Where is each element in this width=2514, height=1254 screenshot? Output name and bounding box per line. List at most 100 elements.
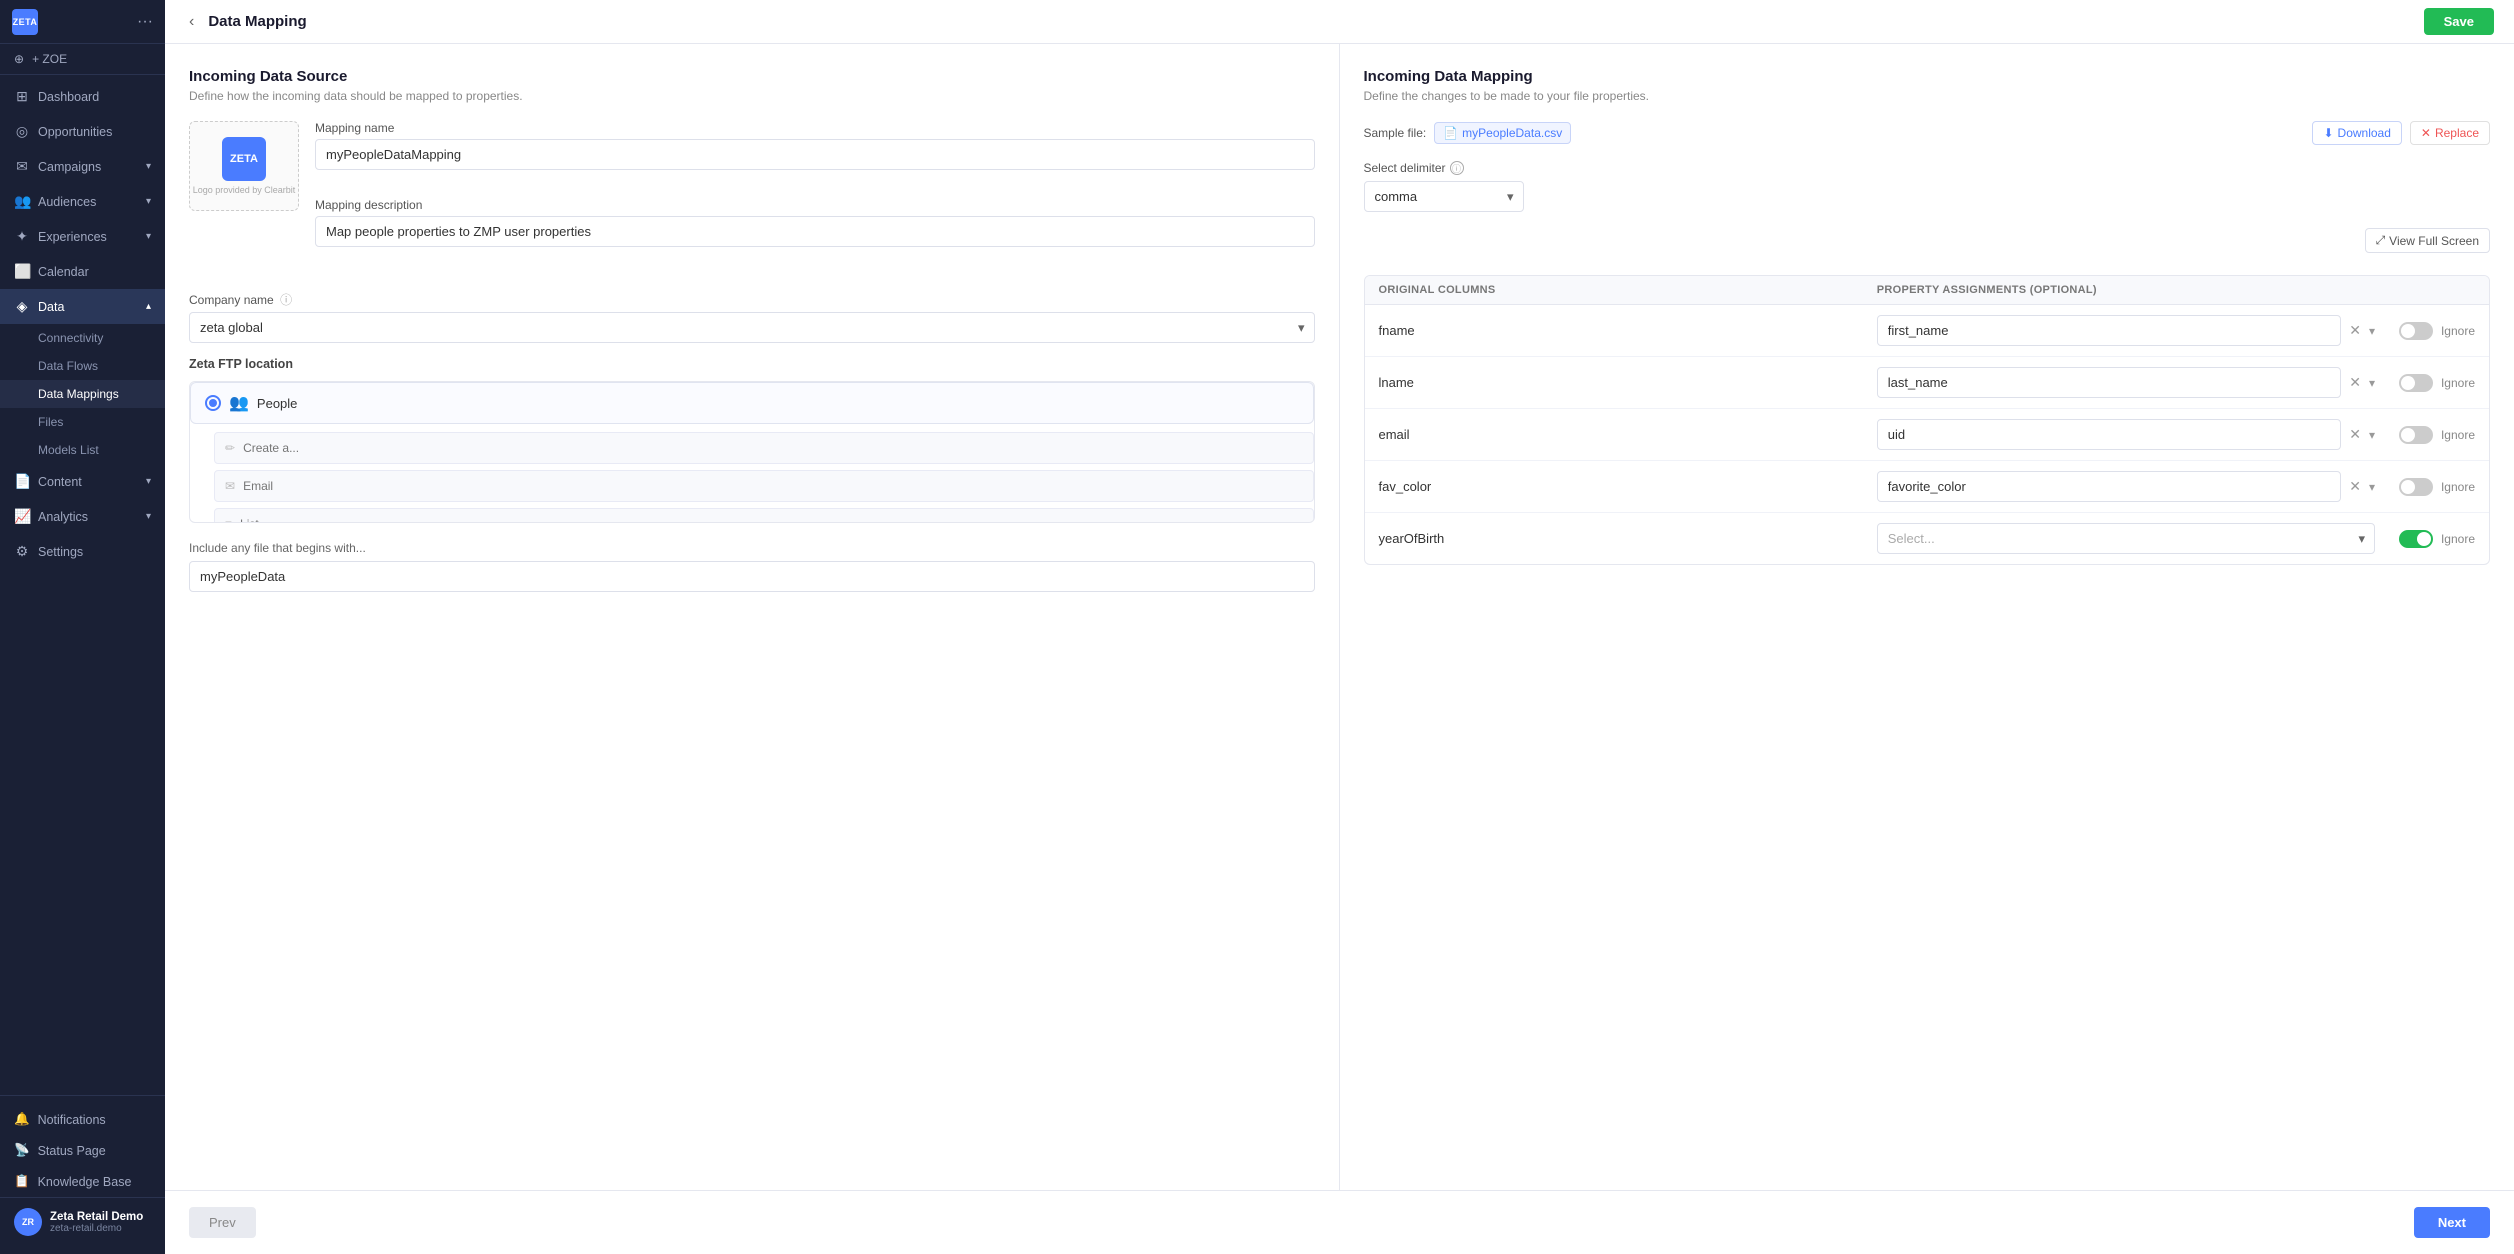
prop-assign-fav-color: favorite_color ✕ ▾	[1877, 471, 2375, 502]
sidebar-subitem-files[interactable]: Files	[0, 408, 165, 436]
mapping-desc-input[interactable]	[315, 216, 1315, 247]
sample-file-row: Sample file: 📄 myPeopleData.csv ⬇ Downlo…	[1364, 121, 2491, 145]
sidebar-item-label: Calendar	[38, 265, 89, 279]
list-icon: ≡	[225, 517, 232, 522]
sidebar-item-calendar[interactable]: ⬜ Calendar	[0, 254, 165, 289]
ignore-label: Ignore	[2441, 480, 2475, 494]
sidebar-item-opportunities[interactable]: ◎ Opportunities	[0, 114, 165, 149]
chevron-down-icon: ▾	[146, 511, 151, 522]
info-icon: ⓘ	[280, 293, 292, 307]
table-row: email uid ✕ ▾ Ignore	[1365, 409, 2490, 461]
next-button[interactable]: Next	[2414, 1207, 2490, 1238]
ignore-toggle-year[interactable]	[2399, 530, 2433, 548]
sidebar-item-label: Opportunities	[38, 125, 112, 139]
ftp-item-people[interactable]: 👥 People	[190, 382, 1314, 424]
logo-upload-area[interactable]: ZETA Logo provided by Clearbit	[189, 121, 299, 211]
prop-select-year[interactable]: Select...	[1877, 523, 2375, 554]
download-icon: ⬇	[2323, 126, 2333, 140]
sidebar-nav: ⊞ Dashboard ◎ Opportunities ✉ Campaigns …	[0, 75, 165, 1095]
ignore-toggle-lname[interactable]	[2399, 374, 2433, 392]
calendar-icon: ⬜	[14, 263, 30, 280]
ignore-toggle-email[interactable]	[2399, 426, 2433, 444]
sidebar-subitem-data-mappings[interactable]: Data Mappings	[0, 380, 165, 408]
sidebar-item-knowledge-base[interactable]: 📋 Knowledge Base	[0, 1166, 165, 1197]
create-icon: ✏	[225, 441, 235, 455]
save-button[interactable]: Save	[2424, 8, 2494, 35]
delimiter-info-icon[interactable]: ⓘ	[1450, 161, 1464, 175]
mapping-name-label: Mapping name	[315, 121, 1315, 135]
clear-icon[interactable]: ✕	[2345, 424, 2365, 445]
user-profile[interactable]: ZR Zeta Retail Demo zeta-retail.demo	[0, 1197, 165, 1246]
mapping-table-header: Original Columns Property Assignments (o…	[1365, 276, 2490, 305]
include-input[interactable]	[189, 561, 1315, 592]
sidebar-item-campaigns[interactable]: ✉ Campaigns ▾	[0, 149, 165, 184]
analytics-icon: 📈	[14, 508, 30, 525]
ignore-toggle-fname[interactable]	[2399, 322, 2433, 340]
delimiter-select[interactable]: comma tab semicolon pipe	[1364, 181, 1524, 212]
logo-icon: ZETA	[12, 9, 38, 35]
content-area: Incoming Data Source Define how the inco…	[165, 44, 2514, 1190]
clear-icon[interactable]: ✕	[2345, 372, 2365, 393]
right-section-desc: Define the changes to be made to your fi…	[1364, 89, 2491, 103]
chevron-down-icon: ▾	[146, 476, 151, 487]
ignore-label: Ignore	[2441, 532, 2475, 546]
audiences-icon: 👥	[14, 193, 30, 210]
sidebar-subitem-models-list[interactable]: Models List	[0, 436, 165, 464]
prop-select-fav-color[interactable]: favorite_color	[1877, 471, 2341, 502]
prop-select-email[interactable]: uid	[1877, 419, 2341, 450]
mapping-name-input[interactable]	[315, 139, 1315, 170]
prop-select-wrapper: uid	[1877, 419, 2341, 450]
prop-select-lname[interactable]: last_name	[1877, 367, 2341, 398]
clear-icon[interactable]: ✕	[2345, 476, 2365, 497]
list-input[interactable]	[240, 517, 1302, 522]
page-title: Data Mapping	[208, 13, 306, 30]
radio-dot-inner	[209, 399, 217, 407]
chevron-up-icon: ▴	[146, 301, 151, 312]
download-button[interactable]: ⬇ Download	[2312, 121, 2401, 145]
left-section-title: Incoming Data Source	[189, 68, 1315, 85]
ftp-sub-items: ✏ ✉ ≡	[190, 432, 1314, 522]
ftp-sub-item-create: ✏	[214, 432, 1314, 464]
sidebar-bottom: 🔔 Notifications 📡 Status Page 📋 Knowledg…	[0, 1095, 165, 1254]
sidebar-item-analytics[interactable]: 📈 Analytics ▾	[0, 499, 165, 534]
x-icon: ✕	[2421, 126, 2431, 140]
view-full-screen-button[interactable]: ⤢ View Full Screen	[2365, 228, 2490, 253]
file-chip: 📄 myPeopleData.csv	[1434, 122, 1571, 144]
sidebar-subitem-data-flows[interactable]: Data Flows	[0, 352, 165, 380]
ignore-toggle-fav-color[interactable]	[2399, 478, 2433, 496]
prop-assign-lname: last_name ✕ ▾	[1877, 367, 2375, 398]
zoe-button[interactable]: ⊕ + ZOE	[0, 44, 165, 75]
notifications-icon: 🔔	[14, 1112, 30, 1127]
replace-button[interactable]: ✕ Replace	[2410, 121, 2490, 145]
sidebar-item-notifications[interactable]: 🔔 Notifications	[0, 1104, 165, 1135]
avatar: ZR	[14, 1208, 42, 1236]
prop-select-fname[interactable]: first_name	[1877, 315, 2341, 346]
sidebar-item-status-page[interactable]: 📡 Status Page	[0, 1135, 165, 1166]
sidebar-item-experiences[interactable]: ✦ Experiences ▾	[0, 219, 165, 254]
sidebar-item-dashboard[interactable]: ⊞ Dashboard	[0, 79, 165, 114]
sidebar-item-audiences[interactable]: 👥 Audiences ▾	[0, 184, 165, 219]
sidebar-item-content[interactable]: 📄 Content ▾	[0, 464, 165, 499]
sidebar-item-settings[interactable]: ⚙ Settings	[0, 534, 165, 569]
delimiter-select-wrapper: comma tab semicolon pipe ▾	[1364, 181, 1524, 212]
company-select[interactable]: zeta global	[189, 312, 1315, 343]
sidebar-subitem-connectivity[interactable]: Connectivity	[0, 324, 165, 352]
create-input[interactable]	[243, 441, 1302, 455]
ftp-sub-item-list: ≡	[214, 508, 1314, 522]
include-section: Include any file that begins with...	[189, 541, 1315, 592]
clear-icon[interactable]: ✕	[2345, 320, 2365, 341]
csv-icon: 📄	[1443, 126, 1458, 140]
sidebar-item-data[interactable]: ◈ Data ▴	[0, 289, 165, 324]
table-row: lname last_name ✕ ▾ Ignore	[1365, 357, 2490, 409]
prop-select-wrapper: favorite_color	[1877, 471, 2341, 502]
back-button[interactable]: ‹	[185, 9, 198, 35]
mapping-name-row: Mapping name	[315, 121, 1315, 184]
ftp-section: Zeta FTP location 👥 People ✏	[189, 357, 1315, 523]
prev-button[interactable]: Prev	[189, 1207, 256, 1238]
email-input[interactable]	[243, 479, 1302, 493]
sidebar: ZETA ··· ⊕ + ZOE ⊞ Dashboard ◎ Opportuni…	[0, 0, 165, 1254]
sidebar-header: ZETA ···	[0, 0, 165, 44]
radio-people[interactable]	[205, 395, 221, 411]
sidebar-more-button[interactable]: ···	[137, 13, 153, 31]
sidebar-item-label: Content	[38, 475, 82, 489]
